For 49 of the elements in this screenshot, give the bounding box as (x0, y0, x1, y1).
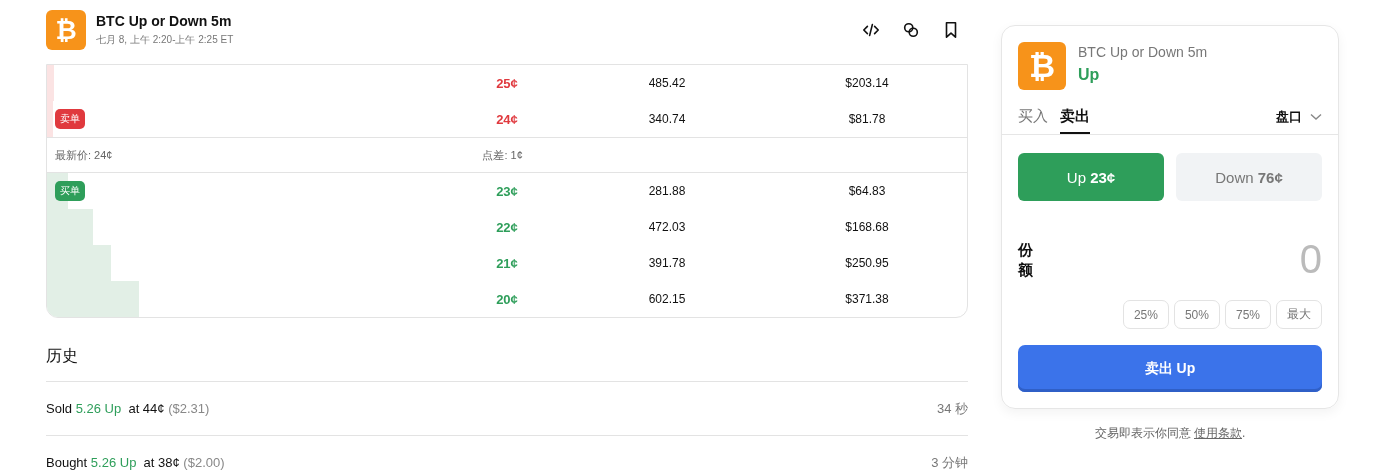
preset-button[interactable]: 75% (1224, 300, 1271, 329)
outcome-name: Up (1078, 66, 1101, 84)
total-cell-text: $168.68 (844, 220, 890, 234)
history-entry: Bought 5.26 Up at 38¢ ($2.00) (46, 455, 225, 470)
preset-button[interactable]: 最大 (1276, 300, 1322, 329)
shares-cell-text: 602.15 (647, 292, 687, 306)
terms-text: 交易即表示你同意 使用条款. (1093, 425, 1247, 442)
bitcoin-logo: ₿ (46, 10, 86, 50)
market-time: 七月 8, 上午 2:20-上午 2:25 ET (96, 33, 235, 47)
total-cell-text: $250.95 (844, 256, 890, 270)
total-cell-text: $203.14 (844, 76, 890, 90)
history-entry: Sold 5.26 Up at 44¢ ($2.31) (46, 401, 210, 416)
code-icon[interactable] (862, 21, 880, 39)
shares-cell-text: 391.78 (647, 256, 687, 270)
preset-button[interactable]: 25% (1122, 300, 1169, 329)
total-cell-text: $64.83 (847, 184, 887, 198)
chevron-down-icon (1310, 113, 1322, 121)
terms-link[interactable]: 使用条款 (1194, 426, 1242, 440)
preset-button[interactable]: 50% (1173, 300, 1220, 329)
buy-orders-badge: 买单 (55, 181, 85, 201)
outcome-button[interactable]: Up 23¢ (1018, 153, 1164, 201)
price-cell-text: 20¢ (495, 291, 519, 307)
side-tab[interactable]: 卖出 (1060, 100, 1090, 134)
sell-orders-badge: 卖单 (55, 109, 85, 129)
history-time: 34 秒 (936, 399, 968, 418)
price-cell-text: 24¢ (495, 111, 519, 127)
order-type-dropdown[interactable]: 盘口 (1276, 108, 1322, 126)
market-title: BTC Up or Down 5m (96, 13, 233, 29)
price-cell-text: 21¢ (495, 255, 519, 271)
last-price: 最新价: 24¢ (55, 147, 113, 163)
shares-cell-text: 485.42 (647, 76, 687, 90)
shares-cell-text: 472.03 (647, 220, 687, 234)
total-cell-text: $81.78 (847, 112, 887, 126)
price-cell-text: 25¢ (495, 75, 519, 91)
link-icon[interactable] (902, 21, 920, 39)
bitcoin-logo: ₿ (1018, 42, 1066, 90)
section-title: 历史 (46, 346, 79, 366)
shares-cell-text: 281.88 (647, 184, 687, 198)
side-tab[interactable]: 买入 (1018, 100, 1048, 134)
history-time: 3 分钟 (931, 453, 968, 471)
price-cell-text: 23¢ (495, 183, 519, 199)
total-cell-text: $371.38 (844, 292, 890, 306)
market-title: BTC Up or Down 5m (1078, 44, 1208, 60)
sell-button[interactable]: 卖出 Up (1018, 345, 1322, 392)
price-cell-text: 22¢ (495, 219, 519, 235)
shares-cell-text: 340.74 (647, 112, 687, 126)
shares-label: 份额 (1018, 240, 1033, 279)
outcome-button[interactable]: Down 76¢ (1176, 153, 1322, 201)
spread-text: 点差: 1¢ (482, 147, 523, 163)
